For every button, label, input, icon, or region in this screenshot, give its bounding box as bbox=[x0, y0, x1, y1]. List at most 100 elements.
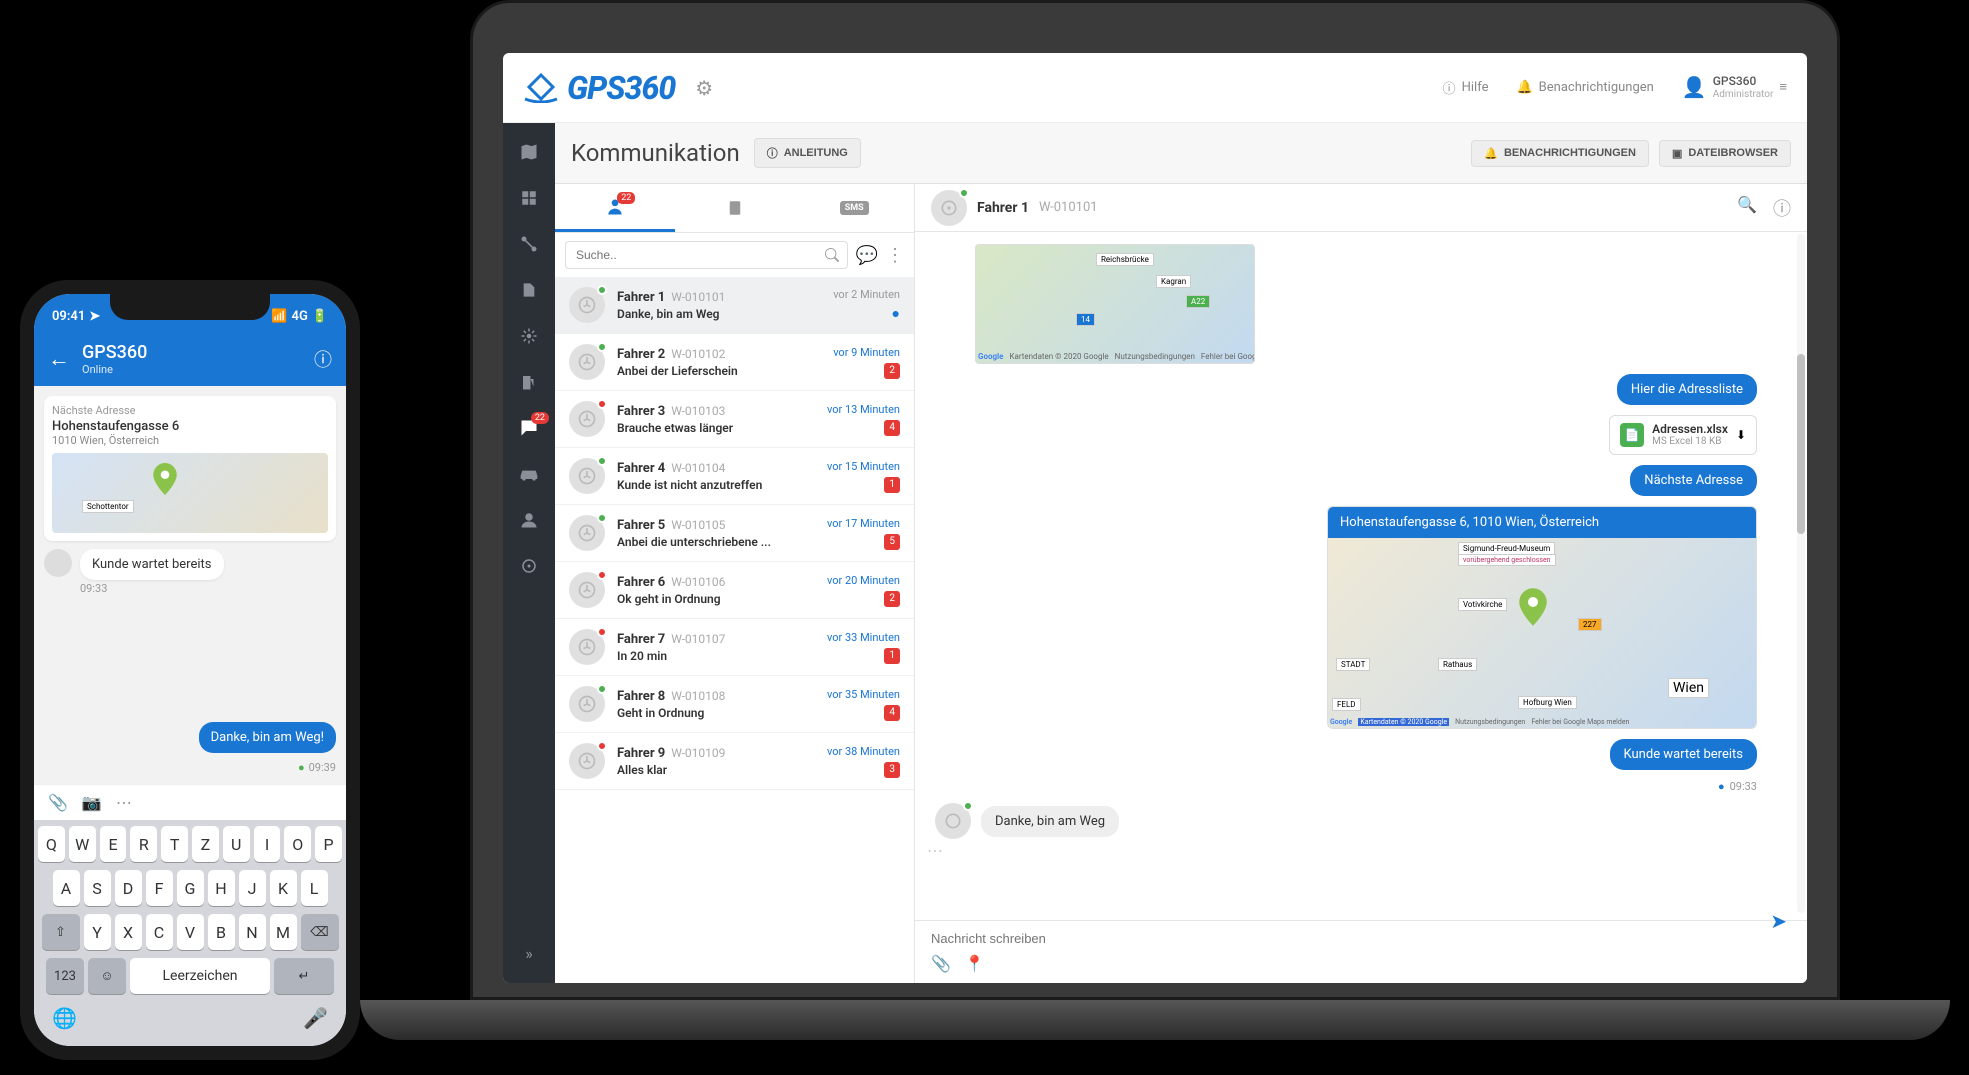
status-dot bbox=[597, 684, 607, 694]
conversations-panel: 22 SMS 💬 ⋮ bbox=[555, 184, 915, 983]
nav-documents[interactable] bbox=[503, 269, 555, 311]
key-u[interactable]: U bbox=[223, 826, 250, 862]
key-z[interactable]: Z bbox=[192, 826, 219, 862]
file-attachment[interactable]: 📄 Adressen.xlsx MS Excel 18 KB ⬇ bbox=[1609, 415, 1757, 455]
nav-expand-icon[interactable]: » bbox=[515, 934, 543, 973]
attach-location-icon[interactable]: 📍 bbox=[965, 954, 985, 973]
search-input[interactable] bbox=[565, 241, 848, 269]
status-dot bbox=[597, 399, 607, 409]
phone-map: Schottentor bbox=[52, 453, 328, 533]
back-icon[interactable]: ← bbox=[48, 346, 70, 372]
key-j[interactable]: J bbox=[239, 870, 266, 906]
key-e[interactable]: E bbox=[100, 826, 127, 862]
logo[interactable]: GPS360 bbox=[523, 69, 675, 107]
nav-vehicles[interactable] bbox=[503, 453, 555, 495]
key-t[interactable]: T bbox=[161, 826, 188, 862]
key-f[interactable]: F bbox=[146, 870, 173, 906]
key-i[interactable]: I bbox=[254, 826, 281, 862]
key-a[interactable]: A bbox=[53, 870, 80, 906]
bell-icon: 🔔 bbox=[1516, 80, 1532, 95]
key-n[interactable]: N bbox=[239, 914, 266, 950]
conversation-item[interactable]: Fahrer 5W-010105 Anbei die unterschriebe… bbox=[555, 505, 914, 562]
nav-settings[interactable] bbox=[503, 315, 555, 357]
search-icon[interactable]: 🔍 bbox=[1737, 195, 1757, 221]
context-dots-icon[interactable]: ⋯ bbox=[927, 841, 943, 860]
key-k[interactable]: K bbox=[270, 870, 297, 906]
new-chat-icon[interactable]: 💬 bbox=[856, 245, 878, 266]
key-v[interactable]: V bbox=[177, 914, 204, 950]
nav-tracking[interactable] bbox=[503, 223, 555, 265]
space-key[interactable]: Leerzeichen bbox=[130, 958, 270, 994]
key-o[interactable]: O bbox=[284, 826, 311, 862]
key-b[interactable]: B bbox=[208, 914, 235, 950]
send-button[interactable]: ➤ bbox=[1770, 909, 1787, 933]
conversation-item[interactable]: Fahrer 2W-010102 Anbei der Lieferschein … bbox=[555, 334, 914, 391]
more-icon[interactable]: ⋮ bbox=[886, 245, 904, 266]
key-p[interactable]: P bbox=[315, 826, 342, 862]
camera-icon[interactable]: 📷 bbox=[82, 793, 102, 812]
chat-messages[interactable]: Reichsbrücke Kagran A22 14 GoogleKartend… bbox=[915, 232, 1807, 920]
backspace-key[interactable]: ⌫ bbox=[301, 914, 339, 950]
key-d[interactable]: D bbox=[115, 870, 142, 906]
attach-icon[interactable]: 📎 bbox=[48, 793, 68, 812]
shift-key[interactable]: ⇧ bbox=[42, 914, 80, 950]
key-g[interactable]: G bbox=[177, 870, 204, 906]
key-w[interactable]: W bbox=[69, 826, 96, 862]
address-card[interactable]: Nächste Adresse Hohenstaufengasse 6 1010… bbox=[44, 396, 336, 541]
key-h[interactable]: H bbox=[208, 870, 235, 906]
phone-body[interactable]: Nächste Adresse Hohenstaufengasse 6 1010… bbox=[34, 386, 346, 784]
tab-drivers[interactable]: 22 bbox=[555, 184, 675, 232]
conversation-item[interactable]: Fahrer 6W-010106 Ok geht in Ordnung vor … bbox=[555, 562, 914, 619]
help-link[interactable]: ⓘ Hilfe bbox=[1443, 78, 1489, 97]
map-thumbnail[interactable]: Reichsbrücke Kagran A22 14 GoogleKartend… bbox=[975, 244, 1255, 364]
scrollbar[interactable] bbox=[1797, 234, 1805, 913]
globe-icon[interactable]: 🌐 bbox=[52, 1006, 77, 1030]
guide-button[interactable]: ⓘANLEITUNG bbox=[754, 138, 861, 168]
notifications-button[interactable]: 🔔BENACHRICHTIGUNGEN bbox=[1471, 140, 1649, 167]
key-r[interactable]: R bbox=[130, 826, 157, 862]
download-icon[interactable]: ⬇ bbox=[1736, 428, 1746, 442]
key-s[interactable]: S bbox=[84, 870, 111, 906]
key-x[interactable]: X bbox=[115, 914, 142, 950]
conversation-item[interactable]: Fahrer 3W-010103 Brauche etwas länger vo… bbox=[555, 391, 914, 448]
phone-subtitle: Online bbox=[82, 363, 147, 376]
nav-users[interactable] bbox=[503, 499, 555, 541]
notifications-link[interactable]: 🔔 Benachrichtigungen bbox=[1516, 80, 1653, 95]
key-m[interactable]: M bbox=[270, 914, 297, 950]
tab-sms[interactable]: SMS bbox=[794, 184, 914, 232]
key-q[interactable]: Q bbox=[38, 826, 65, 862]
content: 22 SMS 💬 ⋮ bbox=[555, 183, 1807, 983]
emoji-key[interactable]: ☺ bbox=[88, 958, 126, 994]
settings-gear-icon[interactable]: ⚙ bbox=[695, 76, 713, 100]
key-c[interactable]: C bbox=[146, 914, 173, 950]
mic-icon[interactable]: 🎤 bbox=[303, 1006, 328, 1030]
return-key[interactable]: ↵ bbox=[274, 958, 334, 994]
conversation-item[interactable]: Fahrer 9W-010109 Alles klar vor 38 Minut… bbox=[555, 733, 914, 790]
filebrowser-button[interactable]: ▣DATEIBROWSER bbox=[1659, 140, 1791, 167]
page-header: Kommunikation ⓘANLEITUNG 🔔BENACHRICHTIGU… bbox=[555, 123, 1807, 183]
info-icon[interactable]: ⓘ bbox=[314, 346, 332, 372]
status-dot bbox=[597, 513, 607, 523]
conversation-item[interactable]: Fahrer 7W-010107 In 20 min vor 33 Minute… bbox=[555, 619, 914, 676]
nav-chat[interactable]: 22 bbox=[503, 407, 555, 449]
user-menu[interactable]: 👤 GPS360 Administrator ≡ bbox=[1682, 74, 1787, 100]
conv-name: Fahrer 2 bbox=[617, 347, 665, 362]
nav-dashboard[interactable] bbox=[503, 177, 555, 219]
attach-file-icon[interactable]: 📎 bbox=[931, 954, 951, 973]
tab-contacts[interactable] bbox=[675, 184, 795, 232]
nav-fuel[interactable] bbox=[503, 361, 555, 403]
address-block[interactable]: Hohenstaufengasse 6, 1010 Wien, Österrei… bbox=[1327, 506, 1757, 729]
numeric-key[interactable]: 123 bbox=[46, 958, 84, 994]
message-input[interactable] bbox=[931, 931, 1791, 946]
conversation-list[interactable]: Fahrer 1W-010101 Danke, bin am Weg vor 2… bbox=[555, 277, 914, 983]
conversation-item[interactable]: Fahrer 8W-010108 Geht in Ordnung vor 35 … bbox=[555, 676, 914, 733]
conversation-item[interactable]: Fahrer 1W-010101 Danke, bin am Weg vor 2… bbox=[555, 277, 914, 334]
info-icon[interactable]: ⓘ bbox=[1773, 195, 1791, 221]
conversation-item[interactable]: Fahrer 4W-010104 Kunde ist nicht anzutre… bbox=[555, 448, 914, 505]
key-l[interactable]: L bbox=[301, 870, 328, 906]
avatar bbox=[44, 549, 72, 577]
more-icon[interactable]: ⋯ bbox=[116, 793, 132, 812]
key-y[interactable]: Y bbox=[84, 914, 111, 950]
nav-config[interactable] bbox=[503, 545, 555, 587]
nav-map[interactable] bbox=[503, 131, 555, 173]
